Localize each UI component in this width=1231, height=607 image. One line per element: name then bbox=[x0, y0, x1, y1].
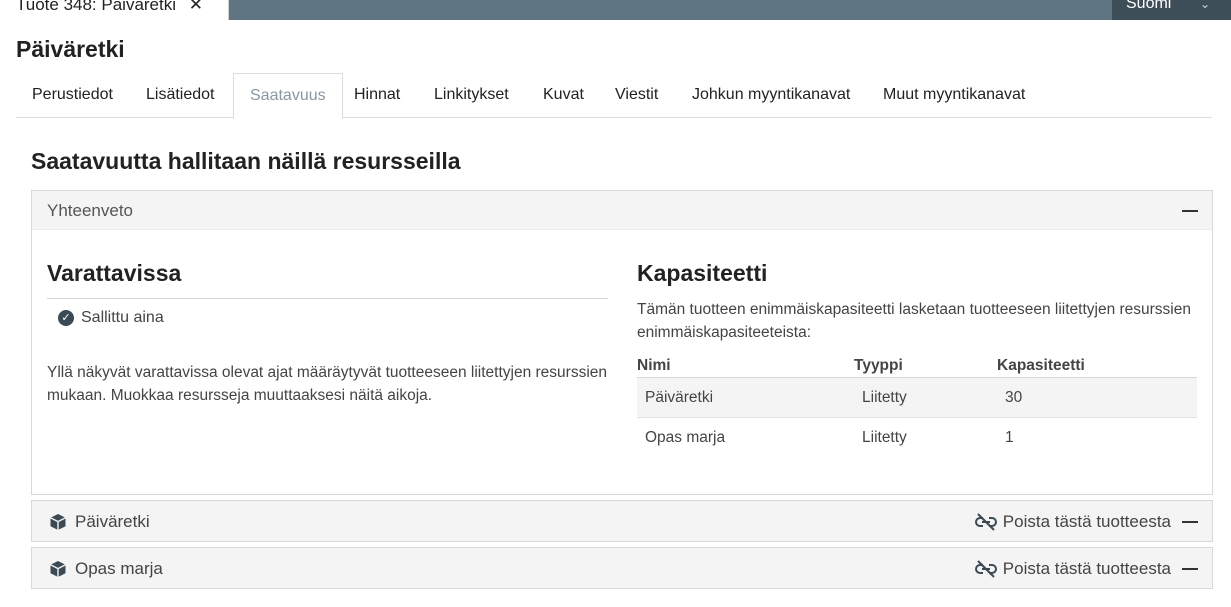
resource-name: Päiväretki bbox=[75, 512, 150, 531]
bookable-status-label: Sallittu aina bbox=[81, 309, 164, 326]
tab-hinnat[interactable]: Hinnat bbox=[338, 73, 416, 118]
summary-panel: Yhteenveto Varattavissa ✓ Sallittu aina … bbox=[31, 190, 1213, 495]
remove-resource-label: Poista tästä tuotteesta bbox=[1002, 512, 1171, 531]
unlink-icon bbox=[974, 560, 997, 578]
capacity-table: Nimi Tyyppi Kapasiteetti Päiväretki Liit… bbox=[637, 357, 1197, 458]
tab-perustiedot[interactable]: Perustiedot bbox=[16, 73, 129, 118]
box-icon bbox=[50, 514, 66, 530]
check-circle-icon: ✓ bbox=[58, 310, 74, 326]
tab-johkun-myyntikanavat[interactable]: Johkun myyntikanavat bbox=[676, 73, 866, 118]
tab-linkitykset[interactable]: Linkitykset bbox=[418, 73, 525, 118]
tab-saatavuus[interactable]: Saatavuus bbox=[233, 73, 343, 119]
document-tab-title: Tuote 348: Päiväretki bbox=[16, 0, 177, 14]
bookable-note: Yllä näkyvät varattavissa olevat ajat mä… bbox=[47, 364, 607, 404]
column-type: Tyyppi bbox=[854, 357, 903, 374]
page-title: Päiväretki bbox=[16, 36, 125, 62]
collapse-icon[interactable] bbox=[1182, 568, 1198, 570]
capacity-title: Kapasiteetti bbox=[637, 260, 768, 286]
capacity-description: Tämän tuotteen enimmäiskapasiteetti lask… bbox=[637, 301, 1191, 341]
bookable-status: ✓ Sallittu aina bbox=[58, 309, 164, 327]
row-name: Opas marja bbox=[645, 429, 726, 446]
table-header: Nimi Tyyppi Kapasiteetti bbox=[637, 357, 1197, 378]
collapse-icon[interactable] bbox=[1182, 210, 1198, 212]
table-row: Opas marja Liitetty 1 bbox=[637, 418, 1197, 458]
box-icon bbox=[50, 561, 66, 577]
remove-resource-button[interactable]: Poista tästä tuotteesta bbox=[974, 559, 1171, 579]
tab-viestit[interactable]: Viestit bbox=[599, 73, 674, 118]
language-selector[interactable]: Suomi ⌄ bbox=[1112, 0, 1231, 20]
row-type: Liitetty bbox=[862, 429, 907, 446]
section-title: Saatavuutta hallitaan näillä resursseill… bbox=[31, 148, 461, 174]
column-capacity: Kapasiteetti bbox=[997, 357, 1085, 374]
document-tab[interactable]: Tuote 348: Päiväretki ✕ bbox=[0, 0, 229, 20]
tab-kuvat[interactable]: Kuvat bbox=[527, 73, 600, 118]
tab-bar: Perustiedot Lisätiedot Saatavuus Hinnat … bbox=[16, 73, 1212, 119]
row-name: Päiväretki bbox=[645, 389, 714, 406]
summary-header-label: Yhteenveto bbox=[47, 201, 134, 220]
tab-muut-myyntikanavat[interactable]: Muut myyntikanavat bbox=[867, 73, 1041, 118]
collapse-icon[interactable] bbox=[1182, 521, 1198, 523]
table-row: Päiväretki Liitetty 30 bbox=[637, 378, 1197, 418]
resource-panel-paivaretki[interactable]: Päiväretki Poista tästä tuotteesta bbox=[31, 500, 1213, 542]
row-capacity: 30 bbox=[1005, 389, 1023, 406]
close-icon[interactable]: ✕ bbox=[189, 0, 203, 14]
language-label: Suomi bbox=[1126, 0, 1172, 12]
resource-name: Opas marja bbox=[75, 559, 163, 578]
bookable-title: Varattavissa bbox=[47, 260, 182, 286]
resource-panel-opas-marja[interactable]: Opas marja Poista tästä tuotteesta bbox=[31, 547, 1213, 589]
tab-lisatiedot[interactable]: Lisätiedot bbox=[130, 73, 231, 118]
column-name: Nimi bbox=[637, 357, 671, 374]
divider bbox=[47, 298, 608, 299]
row-type: Liitetty bbox=[862, 389, 907, 406]
remove-resource-label: Poista tästä tuotteesta bbox=[1002, 559, 1171, 578]
remove-resource-button[interactable]: Poista tästä tuotteesta bbox=[974, 512, 1171, 532]
summary-header[interactable]: Yhteenveto bbox=[32, 191, 1212, 230]
unlink-icon bbox=[974, 513, 997, 531]
row-capacity: 1 bbox=[1005, 429, 1014, 446]
chevron-down-icon: ⌄ bbox=[1200, 0, 1211, 11]
